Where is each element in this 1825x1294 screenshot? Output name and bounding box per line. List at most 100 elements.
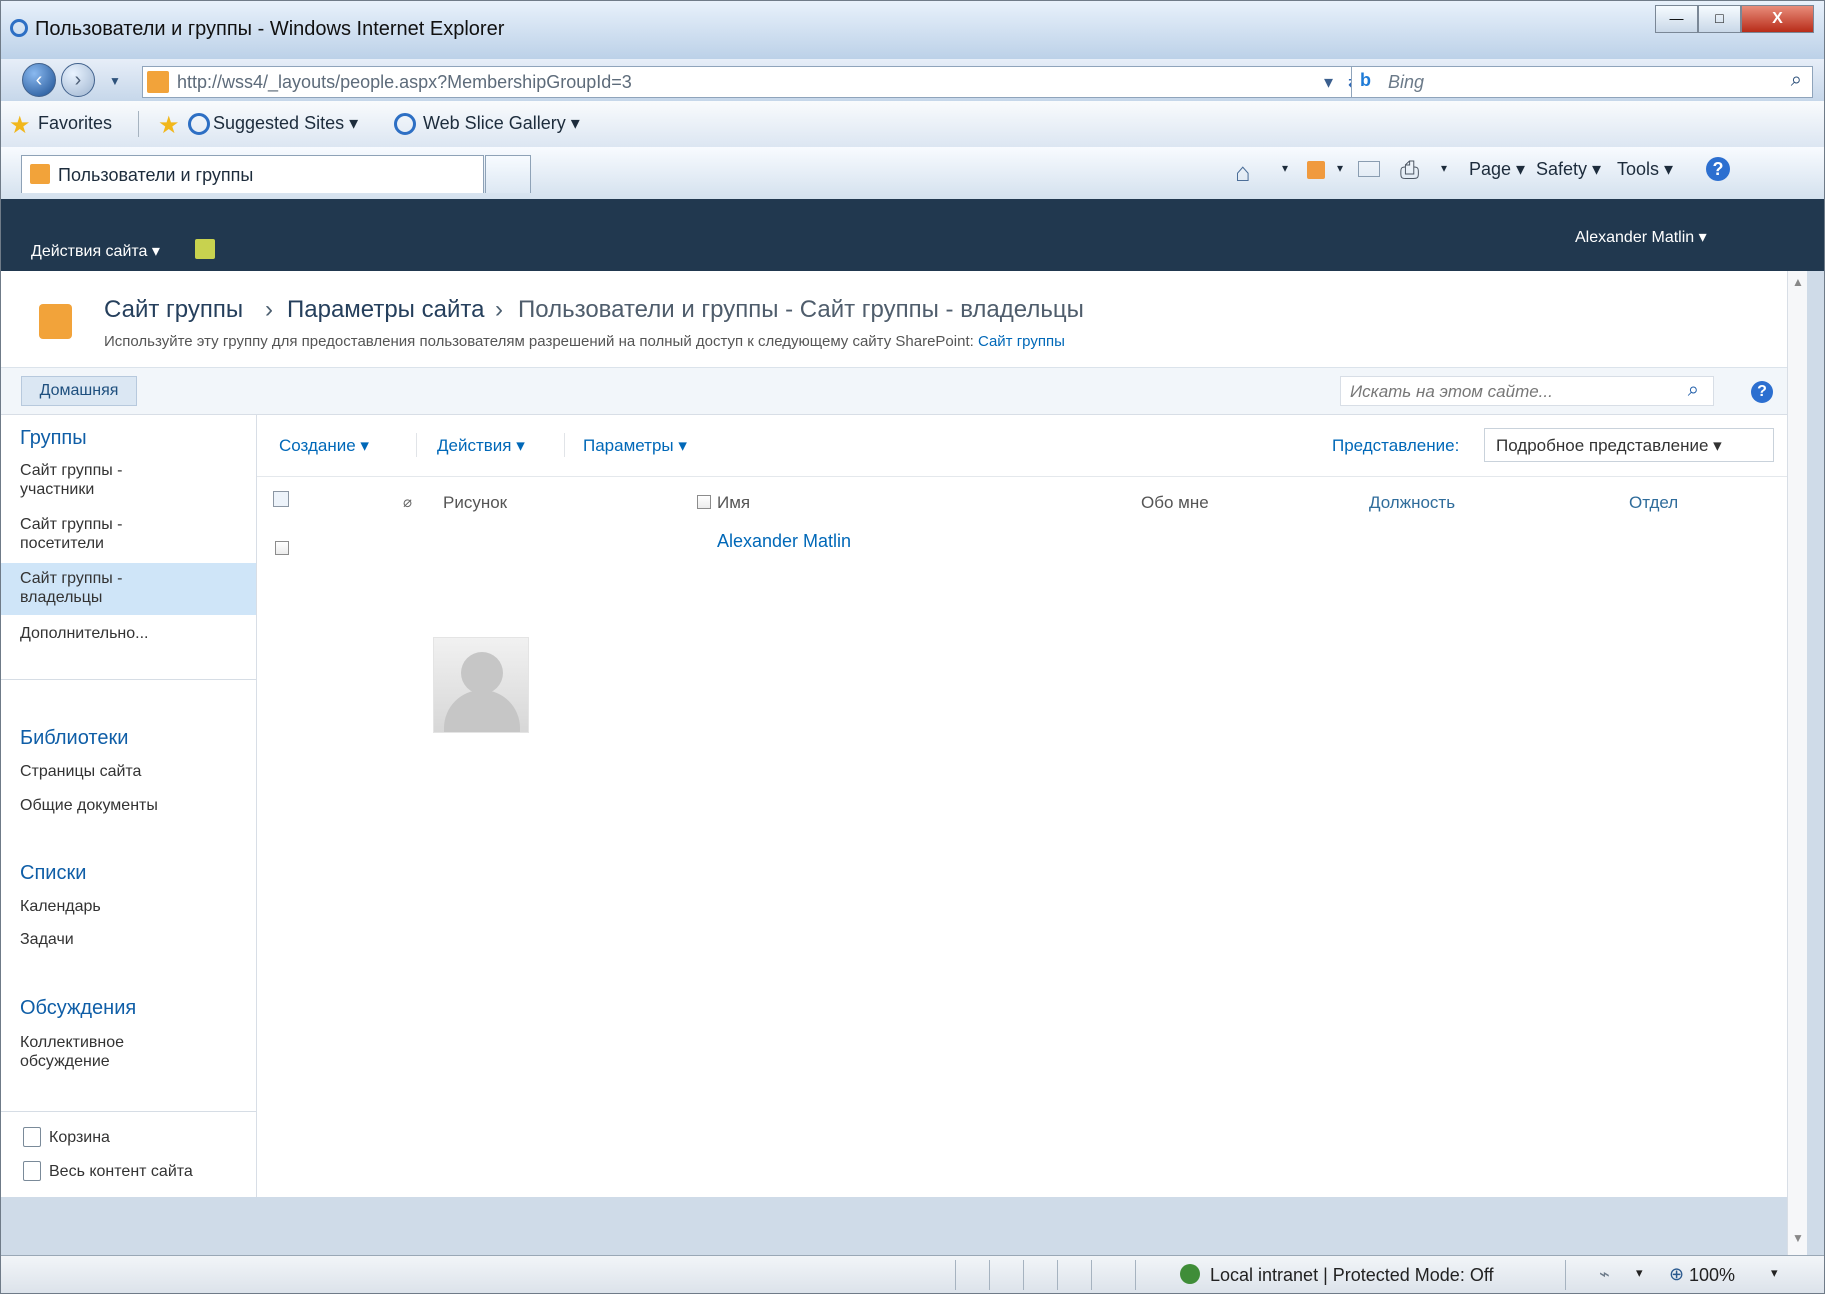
help-icon[interactable]: ? bbox=[1751, 381, 1773, 403]
name-header-checkbox[interactable] bbox=[697, 495, 711, 509]
avatar-head-icon bbox=[461, 652, 503, 694]
department-column-header[interactable]: Отдел bbox=[1629, 493, 1678, 513]
settings-menu[interactable]: Параметры ▾ bbox=[583, 436, 687, 456]
all-content-icon bbox=[23, 1161, 41, 1181]
scroll-down-icon[interactable]: ▼ bbox=[1792, 1231, 1804, 1245]
select-all-icon[interactable] bbox=[273, 491, 289, 507]
discussion-label: Коллективное bbox=[20, 1034, 125, 1051]
breadcrumb-site-link[interactable]: Сайт группы bbox=[104, 296, 243, 324]
search-icon[interactable]: ⌕ bbox=[1791, 69, 1802, 92]
url-dropdown-icon[interactable]: ▾ bbox=[1324, 72, 1333, 93]
user-menu[interactable]: Alexander Matlin ▾ bbox=[1575, 227, 1707, 247]
home-icon[interactable]: ⌂ bbox=[1235, 157, 1251, 188]
library-item[interactable]: Страницы сайта bbox=[20, 763, 141, 781]
view-selector[interactable]: Подробное представление ▾ bbox=[1484, 428, 1774, 462]
group-item-label-wrap: Сайт группы - владельцы bbox=[20, 569, 123, 607]
zoom-level[interactable]: 100% bbox=[1689, 1265, 1735, 1286]
tools-menu[interactable]: Tools ▾ bbox=[1617, 159, 1673, 180]
tab-favicon-icon bbox=[30, 164, 50, 184]
nav-divider bbox=[1, 679, 256, 680]
about-column-header[interactable]: Обо мне bbox=[1141, 493, 1209, 513]
favorites-button[interactable]: Favorites bbox=[38, 113, 112, 134]
ie-logo-icon bbox=[10, 19, 28, 37]
title-column-header[interactable]: Должность bbox=[1369, 493, 1455, 513]
recycle-bin-link[interactable]: Корзина bbox=[49, 1129, 110, 1147]
minimize-icon: — bbox=[1669, 10, 1684, 26]
page-menu[interactable]: Page ▾ bbox=[1469, 159, 1525, 180]
group-item-label: владельцы bbox=[20, 589, 103, 606]
close-icon: X bbox=[1772, 10, 1783, 27]
feeds-dropdown-icon[interactable]: ▾ bbox=[1337, 161, 1343, 175]
search-icon[interactable]: ⌕ bbox=[1688, 379, 1699, 402]
view-label: Представление: bbox=[1332, 436, 1460, 455]
help-icon[interactable]: ? bbox=[1706, 157, 1730, 181]
create-menu[interactable]: Создание ▾ bbox=[279, 436, 369, 456]
back-button[interactable]: ‹ bbox=[22, 63, 56, 97]
web-slice-icon bbox=[394, 113, 416, 135]
lists-heading: Списки bbox=[20, 862, 87, 884]
list-item[interactable]: Задачи bbox=[20, 931, 74, 949]
scroll-up-icon[interactable]: ▲ bbox=[1792, 275, 1804, 289]
maximize-button[interactable]: □ bbox=[1698, 5, 1741, 33]
pop-up-dropdown-icon[interactable]: ▾ bbox=[1636, 1265, 1643, 1281]
web-slice-gallery-link[interactable]: Web Slice Gallery ▾ bbox=[423, 113, 580, 134]
breadcrumb-separator: › bbox=[495, 296, 503, 323]
safety-menu[interactable]: Safety ▾ bbox=[1536, 159, 1601, 180]
all-content-link[interactable]: Весь контент сайта bbox=[49, 1163, 193, 1181]
toolbar-divider bbox=[564, 433, 565, 457]
close-window-button[interactable]: X bbox=[1741, 5, 1814, 33]
group-description-text: Используйте эту группу для предоставлени… bbox=[104, 333, 974, 350]
list-item[interactable]: Календарь bbox=[20, 898, 101, 916]
discussion-label: обсуждение bbox=[20, 1053, 110, 1070]
active-tab[interactable]: Пользователи и группы bbox=[21, 155, 484, 193]
group-item-owners[interactable]: Сайт группы - владельцы bbox=[1, 563, 256, 615]
status-divider bbox=[989, 1260, 990, 1290]
home-tab[interactable]: Домашняя bbox=[21, 376, 137, 406]
security-zone-text: Local intranet | Protected Mode: Off bbox=[1210, 1265, 1494, 1285]
user-name-link[interactable]: Alexander Matlin bbox=[717, 531, 851, 552]
new-tab-button[interactable] bbox=[485, 155, 531, 193]
browser-window: Пользователи и группы - Windows Internet… bbox=[0, 0, 1825, 1294]
url-text: http://wss4/_layouts/people.aspx?Members… bbox=[177, 72, 632, 92]
site-actions-menu[interactable]: Действия сайта ▾ bbox=[31, 241, 160, 261]
breadcrumb-current-page: Пользователи и группы - Сайт группы - вл… bbox=[518, 296, 1084, 323]
print-dropdown-icon[interactable]: ▾ bbox=[1441, 161, 1447, 175]
minimize-button[interactable]: — bbox=[1655, 5, 1698, 33]
status-divider bbox=[1565, 1260, 1566, 1290]
library-item[interactable]: Общие документы bbox=[20, 797, 158, 815]
group-item-visitors[interactable]: Сайт группы - посетители bbox=[20, 515, 246, 553]
group-description: Используйте эту группу для предоставлени… bbox=[104, 333, 1065, 350]
history-dropdown-icon[interactable]: ▼ bbox=[109, 74, 121, 88]
row-select-checkbox[interactable] bbox=[275, 541, 289, 555]
intranet-zone-icon bbox=[1180, 1264, 1200, 1284]
more-groups-link[interactable]: Дополнительно... bbox=[20, 625, 149, 643]
add-favorite-icon[interactable]: ★ bbox=[158, 111, 180, 140]
table-row[interactable]: Alexander Matlin bbox=[257, 521, 1787, 733]
print-icon[interactable]: ⎙ bbox=[1400, 157, 1419, 185]
page-header: Сайт группы › Параметры сайта › Пользова… bbox=[1, 271, 1807, 367]
discussion-item[interactable]: Коллективное обсуждение bbox=[20, 1033, 124, 1071]
pop-up-icon[interactable]: ⌁ bbox=[1599, 1264, 1610, 1285]
url-field[interactable]: http://wss4/_layouts/people.aspx?Members… bbox=[142, 66, 1406, 98]
libraries-heading: Библиотеки bbox=[20, 727, 129, 749]
actions-menu[interactable]: Действия ▾ bbox=[437, 436, 525, 456]
suggested-sites-link[interactable]: Suggested Sites ▾ bbox=[213, 113, 358, 134]
picture-column-header[interactable]: Рисунок bbox=[443, 493, 507, 513]
status-divider bbox=[1135, 1260, 1136, 1290]
group-item-members[interactable]: Сайт группы - участники bbox=[20, 461, 246, 499]
vertical-scrollbar[interactable]: ▲ ▼ bbox=[1787, 271, 1807, 1255]
group-description-link[interactable]: Сайт группы bbox=[978, 333, 1065, 350]
edit-page-icon[interactable] bbox=[195, 239, 215, 259]
breadcrumb-settings-link[interactable]: Параметры сайта bbox=[287, 296, 484, 324]
name-column-header[interactable]: Имя bbox=[717, 493, 750, 513]
left-navigation: Группы Сайт группы - участники Сайт груп… bbox=[1, 415, 257, 1197]
search-field[interactable]: b Bing ⌕ bbox=[1351, 66, 1813, 98]
zoom-dropdown-icon[interactable]: ▾ bbox=[1771, 1265, 1778, 1281]
forward-button[interactable]: › bbox=[61, 63, 95, 97]
mail-icon[interactable] bbox=[1358, 161, 1380, 177]
home-dropdown-icon[interactable]: ▾ bbox=[1282, 161, 1288, 175]
suggested-sites-icon bbox=[188, 113, 210, 135]
feeds-icon[interactable] bbox=[1307, 161, 1325, 179]
maximize-icon: □ bbox=[1715, 10, 1724, 26]
site-search-input[interactable]: Искать на этом сайте... ⌕ bbox=[1340, 376, 1714, 406]
